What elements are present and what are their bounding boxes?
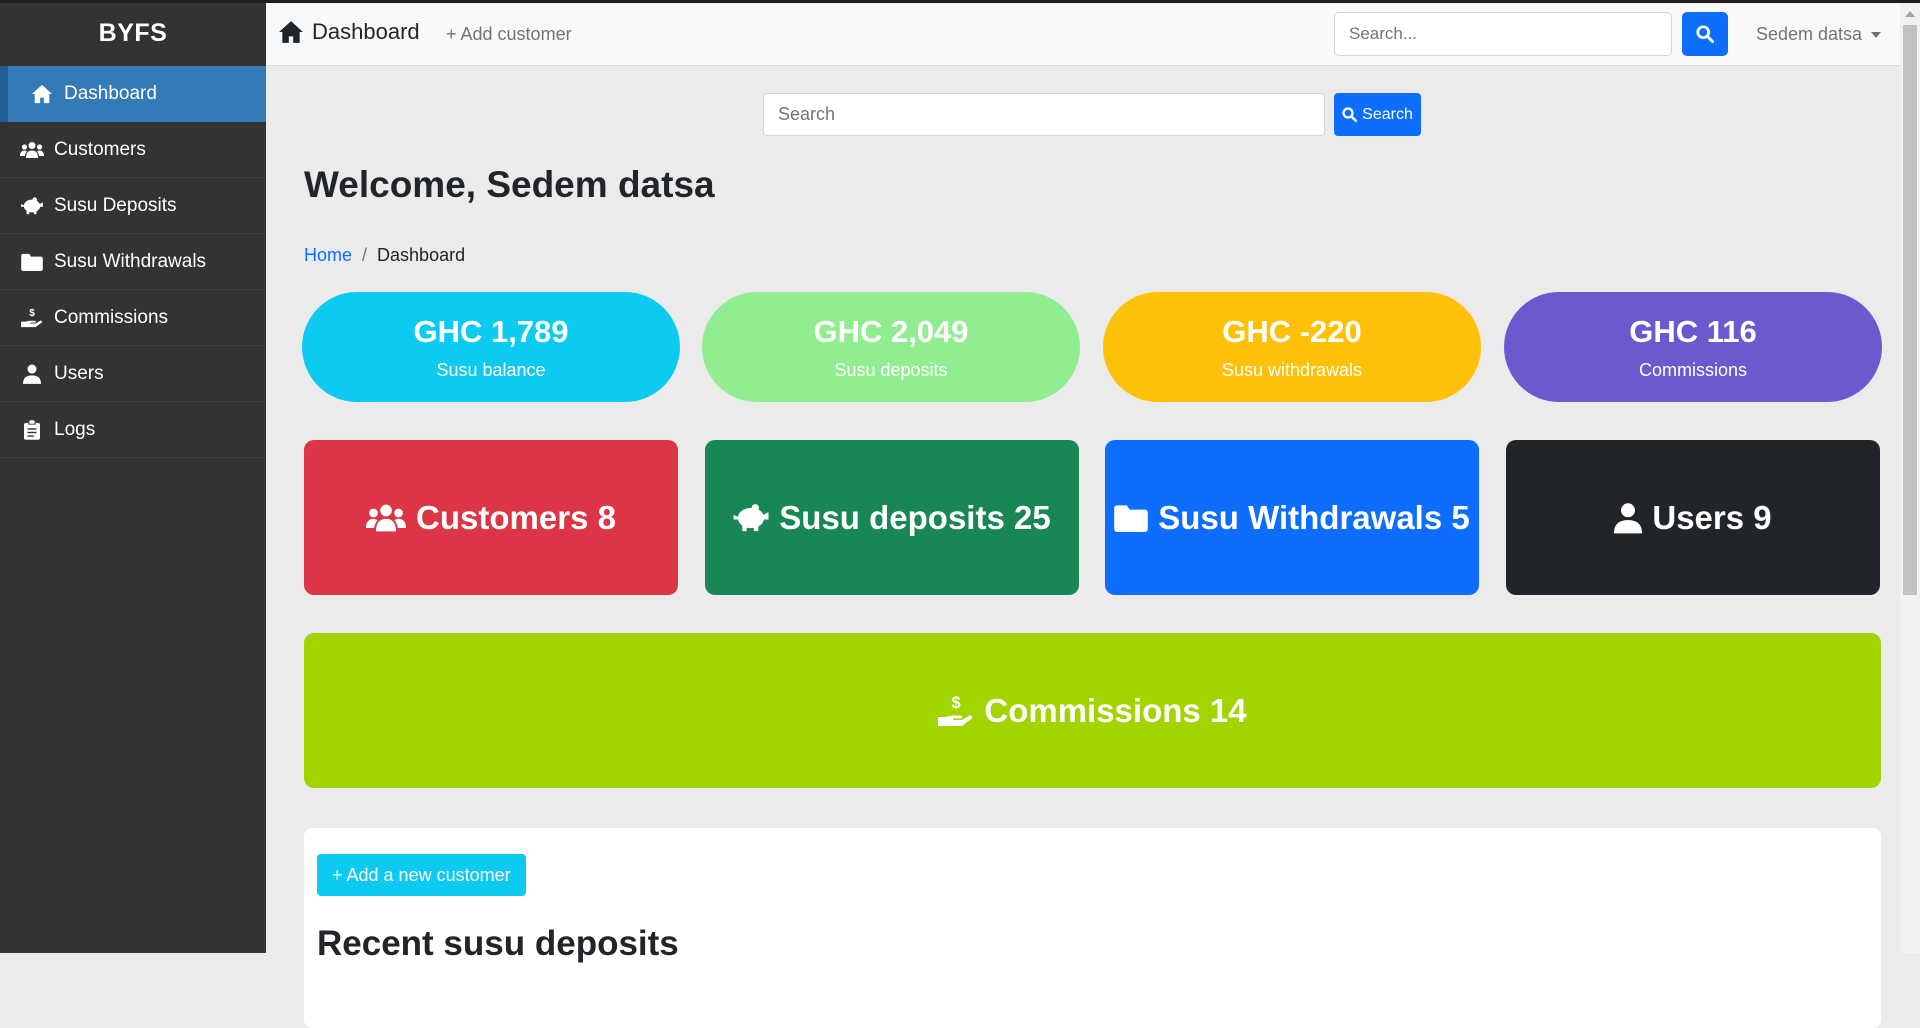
navbar-add-customer-link[interactable]: + Add customer xyxy=(446,24,572,45)
sidebar: BYFS Dashboard Customers Susu Deposits S… xyxy=(0,0,266,953)
user-icon xyxy=(1614,502,1643,533)
hand-dollar-icon: $ xyxy=(938,694,973,726)
summary-susu-balance: GHC 1,789 Susu balance xyxy=(302,292,680,402)
sidebar-item-label: Dashboard xyxy=(64,83,157,104)
sidebar-item-customers[interactable]: Customers xyxy=(0,122,266,178)
sidebar-item-label: Customers xyxy=(54,138,146,160)
folder-icon xyxy=(1114,504,1149,532)
sidebar-item-label: Users xyxy=(54,362,104,384)
piggy-bank-icon xyxy=(733,503,769,531)
search-icon xyxy=(1696,25,1714,43)
main-search-button[interactable]: Search xyxy=(1334,93,1421,136)
svg-text:$: $ xyxy=(29,308,35,319)
breadcrumb-separator: / xyxy=(362,245,368,265)
sidebar-item-label: Logs xyxy=(54,418,96,440)
summary-susu-deposits: GHC 2,049 Susu deposits xyxy=(702,292,1080,402)
piggy-bank-icon xyxy=(20,194,44,218)
hand-dollar-icon: $ xyxy=(20,306,44,330)
scroll-up-arrow-icon[interactable] xyxy=(1905,11,1915,17)
sidebar-item-susu-withdrawals[interactable]: Susu Withdrawals xyxy=(0,234,266,290)
navbar-search-button[interactable] xyxy=(1682,12,1728,56)
brand-logo[interactable]: BYFS xyxy=(0,0,266,66)
card-users[interactable]: Users 9 xyxy=(1506,440,1880,595)
add-new-customer-button[interactable]: + Add a new customer xyxy=(317,854,526,896)
sidebar-item-logs[interactable]: Logs xyxy=(0,402,266,458)
card-label: Commissions 14 xyxy=(984,691,1247,729)
page-scrollbar[interactable] xyxy=(1900,3,1920,953)
home-icon xyxy=(279,21,303,43)
card-commissions[interactable]: $ Commissions 14 xyxy=(304,633,1881,788)
sidebar-item-dashboard[interactable]: Dashboard xyxy=(0,66,266,122)
card-customers[interactable]: Customers 8 xyxy=(304,440,678,595)
home-icon xyxy=(30,82,54,106)
summary-label: Commissions xyxy=(1638,359,1748,380)
summary-label: Susu balance xyxy=(436,359,546,380)
breadcrumb-current: Dashboard xyxy=(377,245,466,265)
card-susu-withdrawals[interactable]: Susu Withdrawals 5 xyxy=(1105,440,1479,595)
recent-deposits-title: Recent susu deposits xyxy=(317,924,679,963)
sidebar-item-label: Susu Deposits xyxy=(54,194,177,216)
navbar-search-input[interactable] xyxy=(1334,12,1672,56)
clipboard-icon xyxy=(20,418,44,442)
summary-amount: GHC 1,789 xyxy=(413,313,569,349)
summary-label: Susu withdrawals xyxy=(1221,359,1363,380)
navbar-dashboard-link[interactable]: Dashboard xyxy=(278,19,420,45)
user-icon xyxy=(20,362,44,386)
card-label: Susu deposits 25 xyxy=(779,498,1051,536)
navbar-page-title: Dashboard xyxy=(312,19,420,44)
summary-amount: GHC 116 xyxy=(1629,313,1757,349)
window-top-border xyxy=(0,0,1920,3)
recent-deposits-panel: + Add a new customer Recent susu deposit… xyxy=(304,828,1881,1028)
sidebar-item-label: Susu Withdrawals xyxy=(54,250,207,272)
scrollbar-thumb[interactable] xyxy=(1903,25,1917,595)
sidebar-item-users[interactable]: Users xyxy=(0,346,266,402)
card-label: Susu Withdrawals 5 xyxy=(1158,498,1470,536)
summary-amount: GHC 2,049 xyxy=(813,313,969,349)
main-search-input[interactable] xyxy=(763,93,1325,136)
user-name: Sedem datsa xyxy=(1756,24,1863,44)
page-title: Welcome, Sedem datsa xyxy=(304,164,715,205)
chevron-down-icon xyxy=(1871,31,1882,38)
sidebar-item-label: Commissions xyxy=(54,306,169,328)
main-search-button-label: Search xyxy=(1362,105,1413,123)
users-icon xyxy=(20,138,44,162)
folder-icon xyxy=(20,250,44,274)
summary-label: Susu deposits xyxy=(834,359,948,380)
summary-amount: GHC -220 xyxy=(1222,313,1362,349)
user-menu-dropdown[interactable]: Sedem datsa xyxy=(1756,24,1882,45)
sidebar-nav: Dashboard Customers Susu Deposits Susu W… xyxy=(0,66,266,458)
top-navbar: Dashboard + Add customer Sedem datsa xyxy=(266,3,1900,66)
sidebar-item-susu-deposits[interactable]: Susu Deposits xyxy=(0,178,266,234)
card-susu-deposits[interactable]: Susu deposits 25 xyxy=(705,440,1079,595)
card-label: Customers 8 xyxy=(416,498,616,536)
users-icon xyxy=(366,504,407,531)
breadcrumb: Home / Dashboard xyxy=(304,245,465,266)
sidebar-item-commissions[interactable]: $ Commissions xyxy=(0,290,266,346)
main-content: Search Welcome, Sedem datsa Home / Dashb… xyxy=(266,66,1900,1028)
svg-text:$: $ xyxy=(952,694,961,712)
breadcrumb-home-link[interactable]: Home xyxy=(304,245,352,266)
search-icon xyxy=(1342,107,1358,122)
summary-commissions: GHC 116 Commissions xyxy=(1504,292,1882,402)
summary-susu-withdrawals: GHC -220 Susu withdrawals xyxy=(1103,292,1481,402)
card-label: Users 9 xyxy=(1652,498,1772,536)
